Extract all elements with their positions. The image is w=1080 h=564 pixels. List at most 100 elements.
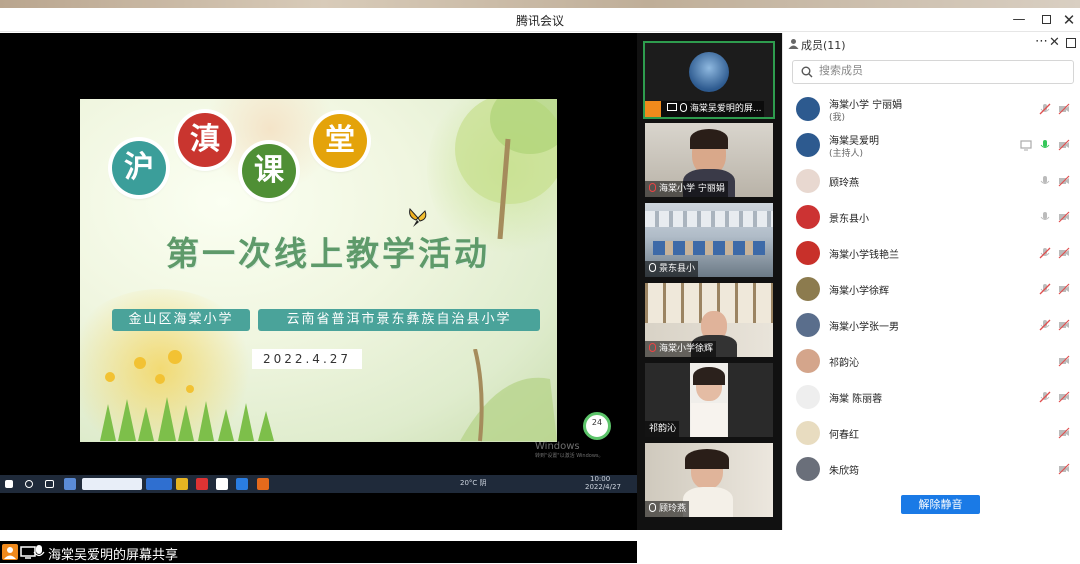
avatar — [796, 205, 820, 229]
microphone-muted-icon[interactable] — [1039, 103, 1051, 115]
avatar — [796, 421, 820, 445]
slide-title-circle: 堂 — [313, 114, 367, 168]
member-role: (我) — [829, 113, 846, 123]
thumbnail-caption: 海棠小学 宁丽娟 — [645, 181, 728, 197]
thumbnail-caption: 祁韵沁 — [645, 421, 680, 437]
host-avatar-icon — [2, 544, 18, 560]
member-name: 海棠小学徐辉 — [829, 286, 889, 297]
microphone-active-icon[interactable] — [1039, 139, 1051, 151]
thumbnail-name: 海棠吴爱明的屏... — [689, 104, 762, 114]
video-classroom — [645, 211, 773, 227]
member-row[interactable]: 海棠 陈丽蓉 — [783, 379, 1080, 415]
video-thumbnail[interactable]: 顾玲燕 — [645, 443, 773, 517]
camera-off-icon[interactable] — [1058, 427, 1070, 439]
window-top-strip — [0, 0, 1080, 8]
thumbnail-caption: 海棠吴爱明的屏... — [645, 101, 765, 117]
microphone-muted-icon — [649, 183, 656, 192]
screen-share-stage: 沪 滇 课 堂 第一次线上教学活动 金山区海棠小学 云南省普洱市景东彝族自治县小… — [0, 33, 637, 563]
video-thumbnail[interactable]: 海棠吴爱明的屏... — [643, 41, 775, 119]
video-classroom — [653, 241, 765, 255]
shared-taskbar: 20°C 阴 10:00 2022/4/27 — [0, 475, 637, 493]
camera-off-icon[interactable] — [1058, 247, 1070, 259]
member-name: 何春红 — [829, 430, 859, 441]
member-name: 海棠 陈丽蓉 — [829, 394, 883, 405]
microphone-icon — [649, 503, 656, 512]
avatar — [796, 241, 820, 265]
maximize-button[interactable] — [1037, 11, 1055, 29]
member-row[interactable]: 海棠小学徐辉 — [783, 271, 1080, 307]
member-row[interactable]: 顾玲燕 — [783, 163, 1080, 199]
app-icon — [216, 478, 228, 490]
popout-panel-icon[interactable] — [1066, 38, 1076, 48]
unmute-all-button[interactable]: 解除静音 — [901, 495, 980, 514]
app-icon — [236, 478, 248, 490]
microphone-icon[interactable] — [1039, 211, 1051, 223]
thumbnail-name: 海棠小学 宁丽娟 — [659, 184, 725, 194]
member-search-box[interactable] — [792, 60, 1074, 84]
close-panel-icon[interactable]: ✕ — [1049, 35, 1060, 50]
thumbnail-name: 海棠小学徐辉 — [659, 344, 714, 354]
watermark-line: 转到"设置"以激活 Windows。 — [535, 453, 604, 459]
member-search-input[interactable] — [819, 64, 1059, 77]
screen-share-label-bar: 海棠吴爱明的屏幕共享 — [0, 541, 637, 563]
windows-start-icon — [5, 480, 13, 488]
title-bar: 腾讯会议 — ✕ — [0, 8, 1080, 32]
slide-title-circle: 课 — [242, 144, 296, 198]
microphone-icon — [679, 103, 687, 112]
member-row[interactable]: 海棠小学张一男 — [783, 307, 1080, 343]
camera-off-icon[interactable] — [1058, 139, 1070, 151]
camera-off-icon[interactable] — [1058, 211, 1070, 223]
video-person — [683, 487, 733, 517]
member-row[interactable]: 朱欣筠 — [783, 451, 1080, 487]
microphone-muted-icon[interactable] — [1039, 319, 1051, 331]
video-thumbnail-column[interactable]: 海棠吴爱明的屏... 海棠小学 宁丽娟 景东县小 海棠小学徐辉 祁韵沁 顾玲燕 — [637, 33, 782, 530]
camera-off-icon[interactable] — [1058, 355, 1070, 367]
taskbar-clock-time: 10:00 — [590, 475, 611, 483]
microphone-icon — [649, 263, 656, 272]
avatar — [796, 133, 820, 157]
member-row[interactable]: 祁韵沁 — [783, 343, 1080, 379]
member-name: 海棠小学钱艳兰 — [829, 250, 899, 261]
member-row[interactable]: 景东县小 — [783, 199, 1080, 235]
member-name: 朱欣筠 — [829, 466, 859, 477]
camera-off-icon[interactable] — [1058, 175, 1070, 187]
microphone-muted-icon[interactable] — [1039, 283, 1051, 295]
member-name: 祁韵沁 — [829, 358, 859, 369]
more-options-icon[interactable]: ⋯ — [1035, 34, 1048, 49]
video-thumbnail[interactable]: 海棠小学 宁丽娟 — [645, 123, 773, 197]
thumbnail-name: 顾玲燕 — [659, 504, 687, 514]
video-thumbnail[interactable]: 景东县小 — [645, 203, 773, 277]
camera-off-icon[interactable] — [1058, 283, 1070, 295]
window-title: 腾讯会议 — [515, 14, 564, 28]
watermark-line: Windows — [535, 441, 580, 452]
thumbnail-caption: 顾玲燕 — [645, 501, 690, 517]
camera-off-icon[interactable] — [1058, 103, 1070, 115]
microphone-icon — [33, 545, 45, 557]
microphone-icon[interactable] — [1039, 175, 1051, 187]
member-row[interactable]: 海棠小学钱艳兰 — [783, 235, 1080, 271]
host-icon — [645, 101, 661, 117]
camera-off-icon[interactable] — [1058, 463, 1070, 475]
member-row[interactable]: 何春红 — [783, 415, 1080, 451]
avatar — [689, 52, 729, 92]
minimize-button[interactable]: — — [1010, 11, 1028, 29]
close-button[interactable]: ✕ — [1060, 11, 1078, 29]
screen-share-icon — [1020, 140, 1032, 151]
microphone-muted-icon[interactable] — [1039, 247, 1051, 259]
member-name: 顾玲燕 — [829, 178, 859, 189]
camera-off-icon[interactable] — [1058, 391, 1070, 403]
member-row[interactable]: 海棠吴爱明 (主持人) — [783, 127, 1080, 163]
camera-off-icon[interactable] — [1058, 319, 1070, 331]
avatar — [796, 313, 820, 337]
video-thumbnail[interactable]: 海棠小学徐辉 — [645, 283, 773, 357]
microphone-muted-icon[interactable] — [1039, 391, 1051, 403]
member-row[interactable]: 海棠小学 宁丽娟 (我) — [783, 91, 1080, 127]
member-name: 景东县小 — [829, 214, 869, 225]
slide-banner-left: 金山区海棠小学 — [112, 309, 250, 331]
video-thumbnail[interactable]: 祁韵沁 — [645, 363, 773, 437]
taskbar-window — [146, 478, 172, 490]
maximize-icon — [1041, 15, 1051, 24]
slide-banner-right: 云南省普洱市景东彝族自治县小学 — [258, 309, 540, 331]
thumbnail-caption: 海棠小学徐辉 — [645, 341, 717, 357]
search-icon — [25, 480, 33, 488]
